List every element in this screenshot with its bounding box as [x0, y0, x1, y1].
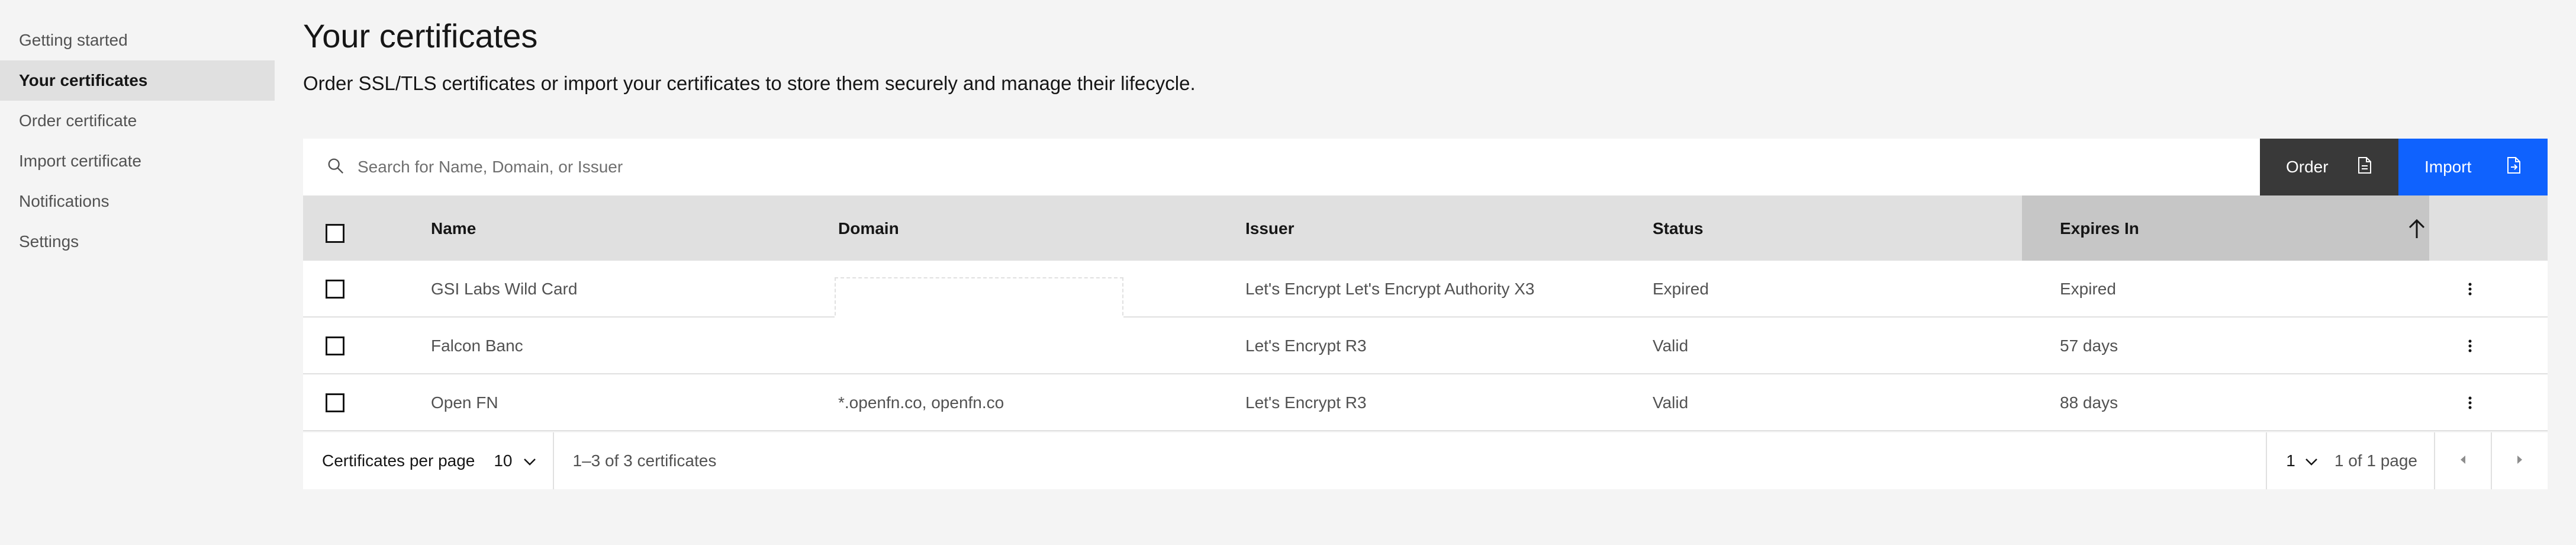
sidebar-item-settings[interactable]: Settings [0, 222, 275, 262]
table-toolbar: Order Import [303, 139, 2548, 195]
column-header-name[interactable]: Name [431, 219, 476, 238]
order-button[interactable]: Order [2260, 139, 2398, 195]
sidebar-item-order-certificate[interactable]: Order certificate [0, 101, 275, 141]
cell-name: GSI Labs Wild Card [431, 280, 578, 298]
import-button[interactable]: Import [2398, 139, 2548, 195]
sidebar-nav: Getting started Your certificates Order … [0, 20, 275, 262]
import-button-label: Import [2424, 158, 2472, 176]
items-per-page-label: Certificates per page [322, 451, 475, 470]
sidebar-item-your-certificates[interactable]: Your certificates [0, 60, 275, 101]
overflow-menu-icon[interactable] [2467, 280, 2473, 302]
cell-domain: *.openfn.co, openfn.co [838, 393, 1004, 412]
sort-arrow-up-icon[interactable] [2407, 218, 2427, 239]
document-import-icon [2506, 156, 2522, 178]
sidebar-item-import-certificate[interactable]: Import certificate [0, 141, 275, 181]
sidebar-item-getting-started[interactable]: Getting started [0, 20, 275, 60]
column-header-domain[interactable]: Domain [838, 219, 899, 238]
page-title: Your certificates [303, 17, 538, 54]
row-checkbox[interactable] [326, 336, 344, 355]
page-of-text: 1 of 1 page [2334, 451, 2417, 470]
chevron-down-icon [513, 451, 536, 470]
column-header-expires-in[interactable]: Expires In [2060, 219, 2139, 238]
search-bar [303, 139, 2260, 195]
table-row[interactable]: GSI Labs Wild Card Let's Encrypt Let's E… [303, 261, 2548, 373]
search-icon [327, 157, 344, 178]
cell-status: Valid [1653, 393, 1689, 412]
cell-expires-in: 88 days [2060, 393, 2118, 412]
certificates-table: Name Domain Issuer Status Expires In GSI… [303, 195, 2548, 431]
search-input[interactable] [358, 158, 1660, 177]
order-button-label: Order [2286, 158, 2329, 176]
row-checkbox[interactable] [326, 280, 344, 299]
document-icon [2357, 156, 2372, 178]
overflow-menu-icon[interactable] [2467, 394, 2473, 416]
cell-expires-in: 57 days [2060, 336, 2118, 355]
caret-left-icon [2459, 454, 2467, 468]
items-per-page-select[interactable]: 10 [494, 451, 536, 470]
caret-right-icon [2516, 454, 2524, 468]
pagination-bar: Certificates per page 10 1–3 of 3 certif… [303, 432, 2548, 489]
page-number-value: 1 [2286, 451, 2295, 470]
overflow-menu-icon[interactable] [2467, 337, 2473, 359]
item-range-text: 1–3 of 3 certificates [572, 451, 717, 470]
page-description: Order SSL/TLS certificates or import you… [303, 72, 1196, 94]
sidebar-item-notifications[interactable]: Notifications [0, 181, 275, 222]
column-header-status[interactable]: Status [1653, 219, 1704, 238]
table-header-row: Name Domain Issuer Status Expires In [303, 195, 2548, 261]
table-row[interactable]: Falcon Banc Let's Encrypt R3 Valid 57 da… [303, 318, 2548, 374]
cell-issuer: Let's Encrypt Let's Encrypt Authority X3 [1245, 280, 1535, 298]
row-checkbox[interactable] [326, 393, 344, 412]
table-row[interactable]: Open FN *.openfn.co, openfn.co Let's Enc… [303, 374, 2548, 431]
chevron-down-icon [2295, 451, 2318, 470]
cell-status: Expired [1653, 280, 1709, 298]
cell-status: Valid [1653, 336, 1689, 355]
column-header-issuer[interactable]: Issuer [1245, 219, 1295, 238]
cell-issuer: Let's Encrypt R3 [1245, 336, 1367, 355]
next-page-button[interactable] [2491, 432, 2548, 489]
items-per-page-value: 10 [494, 451, 513, 470]
cell-name: Falcon Banc [431, 336, 523, 355]
page-number-select[interactable]: 1 [2267, 451, 2334, 470]
select-all-checkbox[interactable] [326, 224, 344, 243]
cell-expires-in: Expired [2060, 280, 2116, 298]
cell-name: Open FN [431, 393, 498, 412]
cell-issuer: Let's Encrypt R3 [1245, 393, 1367, 412]
previous-page-button[interactable] [2434, 432, 2491, 489]
